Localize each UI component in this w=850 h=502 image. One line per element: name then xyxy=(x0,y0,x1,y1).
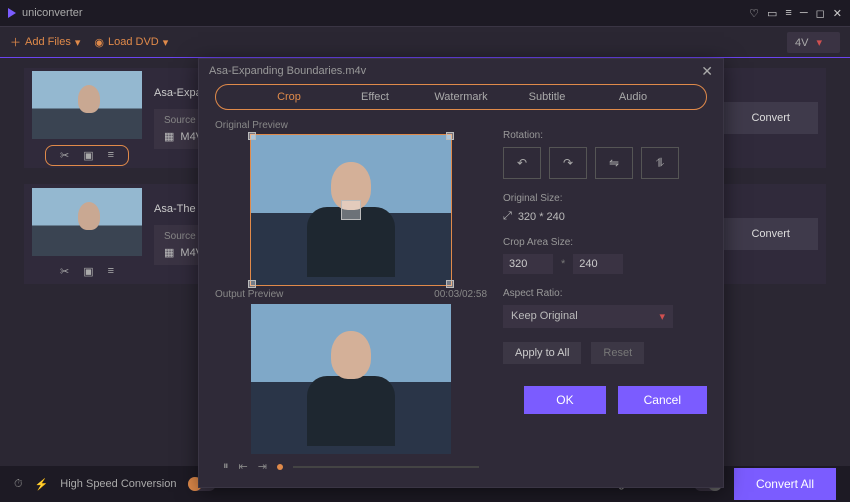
convert-all-button[interactable]: Convert All xyxy=(734,468,836,500)
tab-subtitle[interactable]: Subtitle xyxy=(504,91,590,103)
original-size-label: Original Size: xyxy=(503,193,707,204)
apply-to-all-button[interactable]: Apply to All xyxy=(503,342,581,364)
user-icon[interactable]: ♡ xyxy=(749,7,759,20)
video-thumbnail[interactable] xyxy=(32,71,142,139)
aspect-ratio-label: Aspect Ratio: xyxy=(503,288,707,299)
output-preview-label: Output Preview xyxy=(215,289,283,300)
play-controls: ⏸ ⇤ ⇥ xyxy=(215,454,487,479)
close-window-icon[interactable]: ✕ xyxy=(833,7,842,20)
titlebar: uniconverter ♡ ▭ ≡ ─ ◻ ✕ xyxy=(0,0,850,26)
expand-icon: ⤢ xyxy=(503,210,512,223)
edit-tools-row: ✂ ▣ ≡ xyxy=(45,145,129,166)
crop-handle[interactable] xyxy=(446,132,454,140)
app-title: uniconverter xyxy=(22,7,83,19)
output-format-select[interactable]: 4V xyxy=(787,32,840,53)
prev-frame-icon[interactable]: ⇤ xyxy=(239,460,248,473)
tab-watermark[interactable]: Watermark xyxy=(418,91,504,103)
crop-width-input[interactable] xyxy=(503,254,553,274)
crop-dialog: Asa-Expanding Boundaries.m4v ✕ Crop Effe… xyxy=(198,58,724,488)
output-preview xyxy=(251,304,451,454)
modal-title: Asa-Expanding Boundaries.m4v xyxy=(209,65,366,77)
effects-icon[interactable]: ≡ xyxy=(108,265,114,278)
app-logo-icon xyxy=(8,8,16,18)
seek-track[interactable] xyxy=(293,466,479,468)
reset-button[interactable]: Reset xyxy=(591,342,644,364)
effects-icon[interactable]: ≡ xyxy=(108,149,114,162)
modal-tabs: Crop Effect Watermark Subtitle Audio xyxy=(215,84,707,111)
crop-icon[interactable]: ▣ xyxy=(83,265,93,278)
crop-height-input[interactable] xyxy=(573,254,623,274)
crop-handle[interactable] xyxy=(248,132,256,140)
minimize-icon[interactable]: ─ xyxy=(800,7,808,19)
timecode: 00:03/02:58 xyxy=(434,289,487,300)
flip-vertical-button[interactable]: ⥮ xyxy=(641,147,679,179)
original-size-value: 320 * 240 xyxy=(518,211,565,223)
tab-effect[interactable]: Effect xyxy=(332,91,418,103)
cancel-button[interactable]: Cancel xyxy=(618,386,707,414)
rotate-left-button[interactable]: ↶ xyxy=(503,147,541,179)
trim-icon[interactable]: ✂ xyxy=(60,149,69,162)
crop-handle[interactable] xyxy=(446,280,454,288)
crop-area-label: Crop Area Size: xyxy=(503,237,707,248)
convert-button[interactable]: Convert xyxy=(723,218,818,250)
trim-icon[interactable]: ✂ xyxy=(60,265,69,278)
original-preview-label: Original Preview xyxy=(215,120,288,131)
video-thumbnail[interactable] xyxy=(32,188,142,256)
times-icon: * xyxy=(561,258,565,270)
convert-button[interactable]: Convert xyxy=(723,102,818,134)
bolt-icon: ⚡ xyxy=(35,478,49,491)
edit-tools-row: ✂ ▣ ≡ xyxy=(46,262,128,281)
menu-icon[interactable]: ≡ xyxy=(785,7,791,19)
maximize-icon[interactable]: ◻ xyxy=(816,7,825,20)
high-speed-label: High Speed Conversion xyxy=(60,478,176,490)
next-frame-icon[interactable]: ⇥ xyxy=(258,460,267,473)
close-icon[interactable]: ✕ xyxy=(701,63,713,80)
format-icon: ▦ xyxy=(164,246,174,259)
crop-icon[interactable]: ▣ xyxy=(83,149,93,162)
pause-icon[interactable]: ⏸ xyxy=(223,460,229,473)
original-preview[interactable] xyxy=(251,135,451,285)
aspect-ratio-select[interactable]: Keep Original xyxy=(503,305,673,328)
crop-handle-center[interactable] xyxy=(341,200,361,220)
add-files-button[interactable]: ＋ Add Files ▾ xyxy=(10,34,80,50)
tab-audio[interactable]: Audio xyxy=(590,91,676,103)
playhead-icon[interactable] xyxy=(277,464,283,470)
flip-horizontal-button[interactable]: ⇋ xyxy=(595,147,633,179)
crop-handle[interactable] xyxy=(248,280,256,288)
tab-crop[interactable]: Crop xyxy=(246,91,332,103)
ok-button[interactable]: OK xyxy=(524,386,605,414)
alarm-icon[interactable]: ⏱ xyxy=(14,478,23,491)
format-icon: ▦ xyxy=(164,130,174,143)
rotation-label: Rotation: xyxy=(503,130,707,141)
load-dvd-button[interactable]: ◉ Load DVD ▾ xyxy=(94,36,168,49)
rotate-right-button[interactable]: ↷ xyxy=(549,147,587,179)
main-toolbar: ＋ Add Files ▾ ◉ Load DVD ▾ 4V xyxy=(0,26,850,58)
chat-icon[interactable]: ▭ xyxy=(767,7,777,20)
